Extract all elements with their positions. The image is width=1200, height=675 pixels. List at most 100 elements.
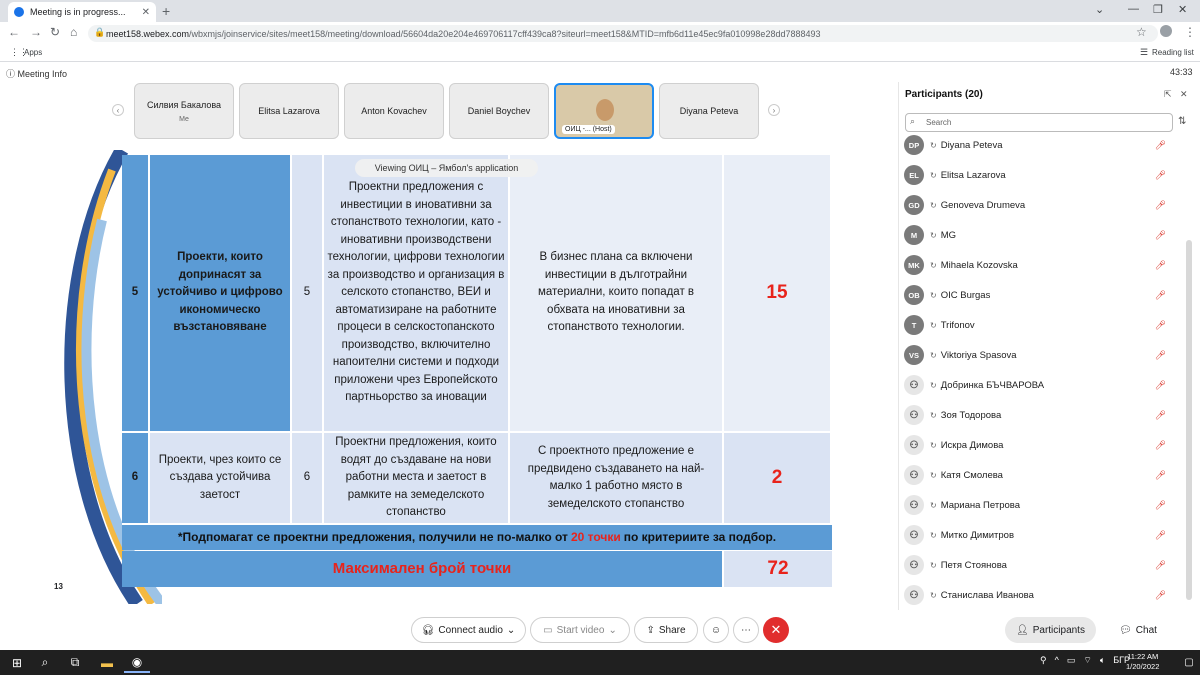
max-points-value: 72 [724,551,832,587]
participant-row[interactable]: ⚇ ↻ Добринка БЪЧВАРОВА 🎤︎ [904,370,1166,400]
participant-row[interactable]: MK ↻ Mihaela Kozovska 🎤︎ [904,250,1166,280]
participant-row[interactable]: OB ↻ OIC Burgas 🎤︎ [904,280,1166,310]
thumbnails-prev-icon[interactable]: ‹ [112,104,124,116]
share-button[interactable]: ⇪ Share [634,617,698,643]
thumbnail-tile[interactable]: Силвия Бакалова Me [134,83,234,139]
participant-row[interactable]: GD ↻ Genoveva Drumeva 🎤︎ [904,190,1166,220]
host-video-thumbnail[interactable]: ОИЦ -... (Host) [554,83,654,139]
popout-icon[interactable]: ⇱ [1164,89,1172,100]
connect-audio-button[interactable]: 🎧︎ Connect audio ⌄ [411,617,526,643]
participant-row[interactable]: ⚇ ↻ Петя Стоянова 🎤︎ [904,550,1166,580]
participants-scrollbar[interactable] [1186,240,1192,600]
task-view-icon[interactable]: ⧉ [62,652,88,673]
windows-start-icon[interactable]: ⊞ [4,652,30,673]
thumbnail-tile[interactable]: Elitsa Lazarova [239,83,339,139]
search-icon[interactable]: ⌕ [32,652,58,673]
people-icon[interactable]: ⚲ [1040,655,1047,666]
avatar: MK [904,255,924,275]
chevron-down-icon: ⌄ [608,624,617,636]
reading-list-icon[interactable]: ☰ [1140,47,1148,58]
start-video-label: Start video [556,624,605,636]
participant-row[interactable]: EL ↻ Elitsa Lazarova 🎤︎ [904,160,1166,190]
thumbnail-tile[interactable]: Anton Kovachev [344,83,444,139]
url-host: meet158.webex.com [106,28,190,39]
participant-row[interactable]: ⚇ ↻ Митко Димитров 🎤︎ [904,520,1166,550]
muted-mic-icon[interactable]: 🎤︎ [1155,290,1166,301]
participant-row[interactable]: ⚇ ↻ Станислава Иванова 🎤︎ [904,580,1166,610]
sync-icon: ↻ [930,290,937,300]
forward-icon[interactable]: → [30,25,42,39]
profile-avatar[interactable] [1160,25,1172,37]
new-tab-icon[interactable]: + [162,3,170,19]
close-tab-icon[interactable]: ✕ [142,7,150,18]
muted-mic-icon[interactable]: 🎤︎ [1155,350,1166,361]
tab-search-icon[interactable]: ⌄ [1095,3,1104,16]
notifications-icon[interactable]: ▢ [1176,652,1200,673]
muted-mic-icon[interactable]: 🎤︎ [1155,500,1166,511]
muted-mic-icon[interactable]: 🎤︎ [1155,410,1166,421]
back-icon[interactable]: ← [8,25,20,39]
participant-row[interactable]: VS ↻ Viktoriya Spasova 🎤︎ [904,340,1166,370]
muted-mic-icon[interactable]: 🎤︎ [1155,530,1166,541]
more-options-icon[interactable]: ⋯ [733,617,759,643]
thumbnail-tile[interactable]: Diyana Peteva [659,83,759,139]
participant-row[interactable]: M ↻ MG 🎤︎ [904,220,1166,250]
participant-row[interactable]: DP ↻ Diyana Peteva 🎤︎ [904,130,1166,160]
taskbar-clock[interactable]: 11:22 AM 1/20/2022 [1126,652,1159,672]
home-icon[interactable]: ⌂ [70,25,77,39]
thumbnail-name: Elitsa Lazarova [258,106,320,116]
restore-icon[interactable]: ❐ [1153,3,1163,16]
chat-button[interactable]: 💬︎ Chat [1108,617,1168,643]
reading-list[interactable]: Reading list [1152,48,1194,57]
sync-icon: ↻ [930,200,937,210]
participant-row[interactable]: ⚇ ↻ Искра Димова 🎤︎ [904,430,1166,460]
muted-mic-icon[interactable]: 🎤︎ [1155,140,1166,151]
leave-meeting-icon[interactable]: ✕ [763,617,789,643]
sync-icon: ↻ [930,470,937,480]
thumbnails-next-icon[interactable]: › [768,104,780,116]
meeting-info[interactable]: ⓘ Meeting Info [6,67,67,80]
participant-name: Добринка БЪЧВАРОВА [940,379,1045,391]
tray-arrow-icon[interactable]: ^ [1055,655,1059,666]
participant-row[interactable]: T ↻ Trifonov 🎤︎ [904,310,1166,340]
menu-icon[interactable]: ⋮ [1184,25,1196,39]
browser-tab[interactable]: Meeting is in progress... ✕ [8,2,156,22]
participant-row[interactable]: ⚇ ↻ Мариана Петрова 🎤︎ [904,490,1166,520]
muted-mic-icon[interactable]: 🎤︎ [1155,470,1166,481]
muted-mic-icon[interactable]: 🎤︎ [1155,320,1166,331]
chrome-icon[interactable]: ◉ [124,652,150,673]
start-video-button[interactable]: ▭ Start video ⌄ [530,617,630,643]
muted-mic-icon[interactable]: 🎤︎ [1155,590,1166,601]
muted-mic-icon[interactable]: 🎤︎ [1155,440,1166,451]
file-explorer-icon[interactable]: ▬ [94,652,120,673]
sync-icon: ↻ [930,170,937,180]
muted-mic-icon[interactable]: 🎤︎ [1155,560,1166,571]
muted-mic-icon[interactable]: 🎤︎ [1155,260,1166,271]
bookmark-star-icon[interactable]: ☆ [1136,25,1147,39]
participant-row[interactable]: ⚇ ↻ Катя Смолева 🎤︎ [904,460,1166,490]
row6-description: Проектни предложения, които водят до съз… [324,433,510,525]
volume-icon[interactable]: 🔈︎ [1100,655,1105,666]
participant-name: OIC Burgas [940,289,991,301]
participants-button[interactable]: 👤︎ Participants [1005,617,1096,643]
participant-name: Катя Смолева [940,469,1003,481]
muted-mic-icon[interactable]: 🎤︎ [1155,170,1166,181]
minimize-icon[interactable]: — [1128,3,1139,15]
reload-icon[interactable]: ↻ [50,25,60,39]
muted-mic-icon[interactable]: 🎤︎ [1155,230,1166,241]
network-icon[interactable]: ⌔ [1083,655,1091,666]
muted-mic-icon[interactable]: 🎤︎ [1155,200,1166,211]
apps-bookmark[interactable]: Apps [24,48,42,57]
monitor-icon[interactable]: ▭ [1067,655,1076,666]
participant-row[interactable]: ⚇ ↻ Зоя Тодорова 🎤︎ [904,400,1166,430]
close-window-icon[interactable]: ✕ [1178,3,1187,16]
url-bar[interactable]: 🔒 meet158.webex.com/wbxmjs/joinservice/s… [88,25,1158,42]
thumbnail-tile[interactable]: Daniel Boychev [449,83,549,139]
sort-icon[interactable]: ⇅ [1178,116,1186,127]
reactions-icon[interactable]: ☺ [703,617,729,643]
close-panel-icon[interactable]: ✕ [1180,89,1188,100]
guest-avatar-icon: ⚇ [904,495,924,515]
muted-mic-icon[interactable]: 🎤︎ [1155,380,1166,391]
row5-description-fragment: Проектни предложения с [348,181,484,194]
sync-icon: ↻ [930,440,937,450]
